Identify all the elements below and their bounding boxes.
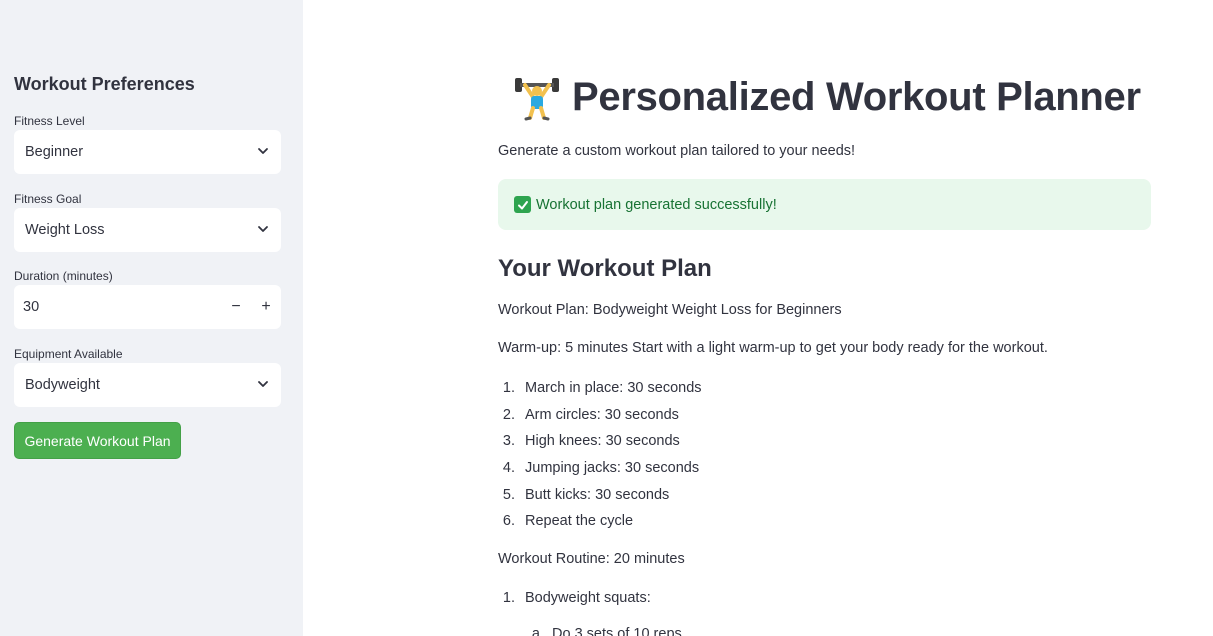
page-subtitle: Generate a custom workout plan tailored …	[498, 143, 856, 159]
warmup-text: Warm-up: 5 minutes Start with a light wa…	[498, 340, 1048, 356]
list-item-number: 1.	[502, 590, 515, 606]
equipment-label: Equipment Available	[14, 347, 123, 361]
list-item-text: Do 3 sets of 10 reps	[552, 626, 682, 636]
list-item-text: Butt kicks: 30 seconds	[525, 486, 670, 503]
list-item: 2. Arm circles: 30 seconds	[498, 402, 702, 429]
warmup-list: 1. March in place: 30 seconds 2. Arm circle…	[498, 375, 702, 535]
increment-button[interactable]: +	[251, 285, 281, 329]
list-item: 1. March in place: 30 seconds	[498, 375, 702, 402]
routine-sublist: a. Do 3 sets of 10 reps	[525, 626, 682, 636]
fitness-goal-field: Fitness Goal Weight Loss	[14, 190, 281, 252]
fitness-level-field: Fitness Level Beginner	[14, 112, 281, 174]
fitness-goal-select[interactable]: Weight Loss	[14, 208, 281, 252]
page-title: Personalized Workout Planner	[572, 74, 1141, 119]
equipment-value: Bodyweight	[25, 377, 100, 393]
list-item-number: 5.	[502, 486, 515, 503]
routine-list: 1. Bodyweight squats:	[498, 585, 651, 612]
equipment-select[interactable]: Bodyweight	[14, 363, 281, 407]
list-item-number: 3.	[502, 433, 515, 450]
chevron-down-icon	[257, 223, 269, 235]
list-item: 4. Jumping jacks: 30 seconds	[498, 455, 702, 482]
fitness-level-value: Beginner	[25, 144, 84, 160]
duration-value: 30	[23, 299, 40, 315]
generate-workout-plan-button[interactable]: Generate Workout Plan	[14, 422, 181, 459]
sidebar-heading: Workout Preferences	[14, 74, 195, 94]
fitness-level-select[interactable]: Beginner	[14, 130, 281, 174]
list-item: 6. Repeat the cycle	[498, 508, 702, 535]
fitness-level-label: Fitness Level	[14, 114, 85, 128]
list-item: 3. High knees: 30 seconds	[498, 428, 702, 455]
list-item: 1. Bodyweight squats:	[498, 585, 651, 612]
list-item-text: March in place: 30 seconds	[525, 380, 702, 396]
decrement-button[interactable]: −	[221, 285, 251, 329]
duration-field: Duration (minutes) 30 − +	[14, 267, 281, 329]
routine-text: Workout Routine: 20 minutes	[498, 551, 685, 567]
duration-label: Duration (minutes)	[14, 269, 113, 283]
fitness-goal-label: Fitness Goal	[14, 192, 82, 206]
title-row: Personalized Workout Planner	[512, 72, 1141, 122]
chevron-down-icon	[257, 145, 269, 157]
list-item-text: Repeat the cycle	[525, 513, 634, 530]
fitness-goal-value: Weight Loss	[25, 222, 105, 238]
success-alert: Workout plan generated successfully!	[498, 179, 1151, 230]
list-item-number: 6.	[502, 513, 515, 530]
list-item-number: 1.	[502, 380, 515, 396]
check-mark-icon	[514, 196, 531, 213]
section-heading: Your Workout Plan	[498, 255, 712, 282]
duration-stepper: − +	[221, 285, 281, 329]
duration-input[interactable]: 30 − +	[14, 285, 281, 329]
list-item-text: Jumping jacks: 30 seconds	[525, 460, 700, 477]
list-item: a. Do 3 sets of 10 reps	[525, 626, 682, 636]
equipment-field: Equipment Available Bodyweight	[14, 345, 281, 407]
chevron-down-icon	[257, 378, 269, 390]
list-item-text: High knees: 30 seconds	[525, 433, 680, 450]
success-message: Workout plan generated successfully!	[536, 196, 777, 213]
list-item-number: 2.	[502, 406, 515, 423]
list-item-text: Bodyweight squats:	[525, 590, 651, 606]
weightlifter-icon	[512, 72, 562, 122]
sidebar: Workout Preferences Fitness Level Beginn…	[0, 0, 303, 636]
list-item-number: 4.	[502, 460, 515, 477]
plan-title: Workout Plan: Bodyweight Weight Loss for…	[498, 302, 842, 318]
list-item: 5. Butt kicks: 30 seconds	[498, 482, 702, 509]
list-item-number: a.	[531, 626, 544, 636]
list-item-text: Arm circles: 30 seconds	[525, 406, 679, 423]
